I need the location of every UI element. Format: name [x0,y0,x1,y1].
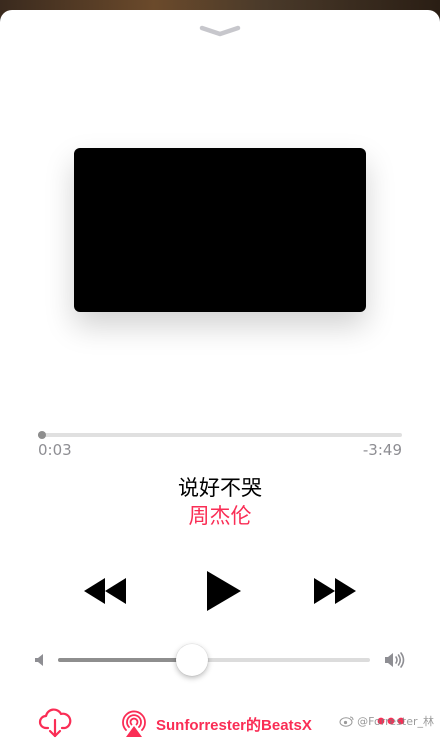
volume-fill [58,658,193,662]
rewind-icon [84,578,126,604]
song-title: 说好不哭 [178,476,262,500]
album-artwork [74,148,366,312]
watermark: @Forrester_林 [339,713,434,729]
airplay-output-button[interactable]: Sunforrester的BeatsX [120,710,312,738]
fast-forward-button[interactable] [312,576,358,606]
speaker-high-icon [385,652,405,668]
elapsed-time: 0:03 [38,441,72,459]
playback-progress-bar[interactable] [38,431,402,439]
weibo-logo-icon [339,716,354,727]
fast-forward-icon [314,578,356,604]
play-button[interactable] [205,570,243,612]
download-button[interactable] [38,708,72,738]
now-playing-sheet: 0:03 -3:49 说好不哭 周杰伦 Sunforrester的BeatsX … [0,10,440,746]
artist-name[interactable]: 周杰伦 [0,500,440,530]
chevron-down-icon[interactable] [198,24,242,38]
volume-knob[interactable] [176,644,209,676]
speaker-low-icon [35,654,43,666]
rewind-button[interactable] [82,576,128,606]
airplay-icon [122,710,146,737]
progress-scrubber[interactable] [38,431,47,439]
cloud-download-icon [38,708,72,738]
watermark-text: @Forrester_林 [357,715,434,728]
output-device-label: Sunforrester的BeatsX [156,716,312,734]
remaining-time: -3:49 [362,441,402,459]
play-icon [207,571,241,611]
volume-slider[interactable] [58,644,370,676]
